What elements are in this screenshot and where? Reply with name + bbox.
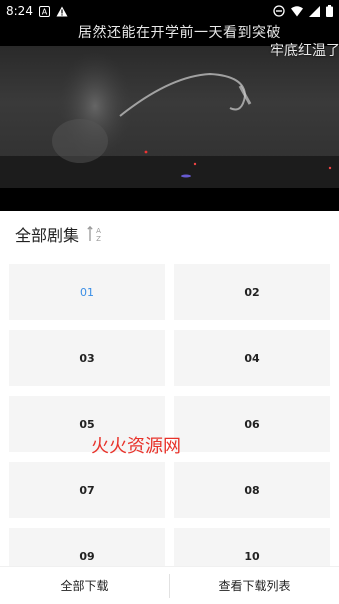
- video-frame[interactable]: [0, 46, 339, 188]
- episode-button-07[interactable]: 07: [9, 462, 165, 518]
- download-all-button[interactable]: 全部下载: [0, 567, 169, 604]
- status-time: 8:24: [6, 4, 33, 18]
- signal-icon: [309, 5, 320, 17]
- episode-button-04[interactable]: 04: [174, 330, 330, 386]
- episode-button-06[interactable]: 06: [174, 396, 330, 452]
- panel-title: 全部剧集: [15, 226, 80, 245]
- video-player[interactable]: 居然还能在开学前一天看到突破 牢底红温了: [0, 0, 339, 211]
- bottom-action-bar: 全部下载 查看下载列表: [0, 566, 339, 604]
- episode-button-01[interactable]: 01: [9, 264, 165, 320]
- watermark-text: 火火资源网: [91, 436, 181, 457]
- episode-button-02[interactable]: 02: [174, 264, 330, 320]
- battery-icon: [326, 5, 333, 17]
- episode-button-03[interactable]: 03: [9, 330, 165, 386]
- dnd-icon: [273, 5, 285, 17]
- wifi-icon: [291, 5, 303, 17]
- episode-panel: 全部剧集 A Z 01 02 03 04 05 06 07 08 09 10 火…: [0, 211, 339, 604]
- danmaku-comment: 居然还能在开学前一天看到突破: [78, 25, 281, 41]
- status-bar: 8:24 A: [0, 0, 339, 22]
- episode-grid: 01 02 03 04 05 06 07 08 09 10: [9, 264, 330, 584]
- video-frame-art: [0, 51, 339, 188]
- warning-icon: [56, 6, 68, 17]
- panel-header: 全部剧集 A Z: [15, 222, 103, 246]
- sort-az-icon[interactable]: A Z: [87, 225, 103, 243]
- danmaku-comment: 牢底红温了: [270, 43, 339, 59]
- view-downloads-button[interactable]: 查看下载列表: [170, 567, 339, 604]
- svg-text:A: A: [96, 227, 101, 235]
- svg-text:Z: Z: [96, 235, 101, 243]
- svg-text:A: A: [42, 7, 48, 16]
- a-notification-icon: A: [38, 5, 50, 17]
- episode-button-08[interactable]: 08: [174, 462, 330, 518]
